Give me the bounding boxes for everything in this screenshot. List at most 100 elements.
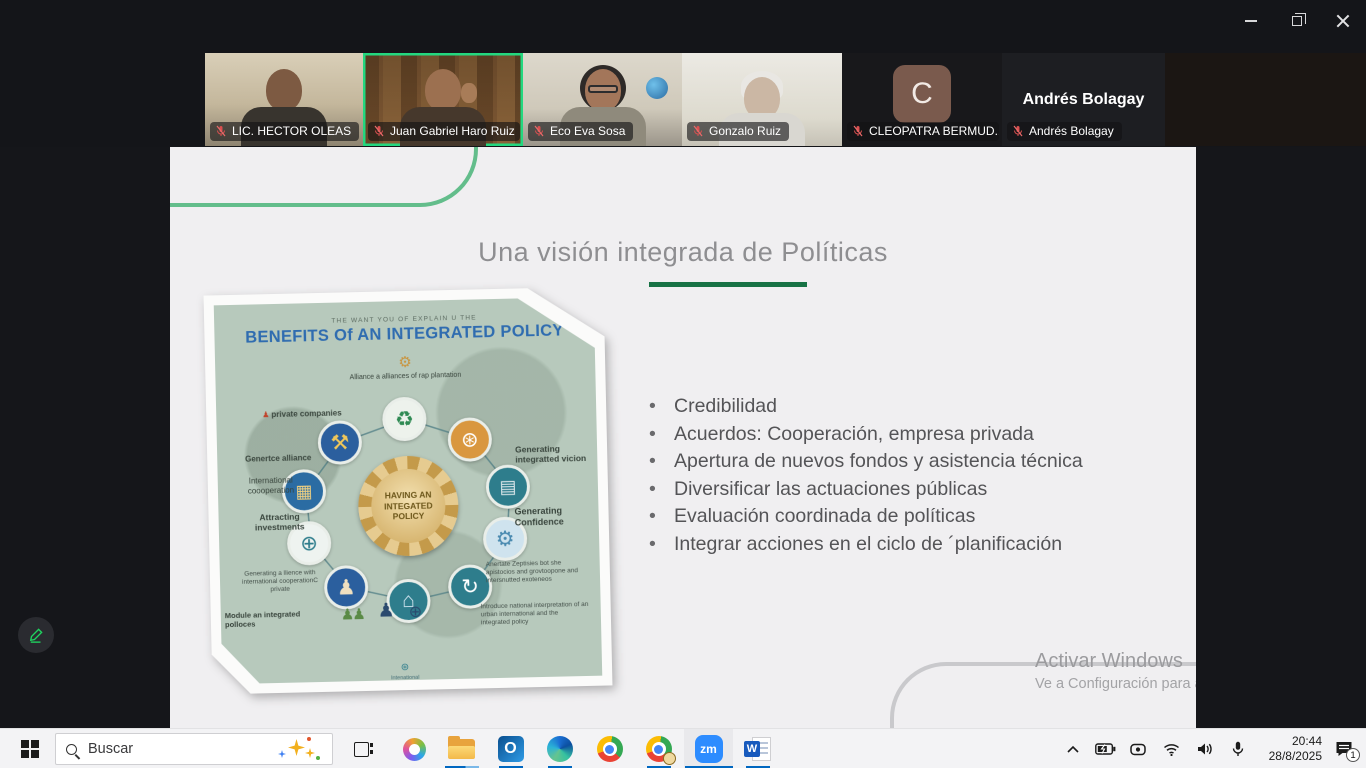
infographic-frame: THE WANT YOU OF EXPLAIN U THE BENEFITS O… [204, 287, 613, 695]
network-indicator[interactable] [1155, 729, 1188, 768]
participant-tile-eva[interactable]: Eco Eva Sosa [523, 53, 682, 146]
taskbar-app-chrome[interactable] [585, 729, 634, 768]
cluster-icon: ⚙ [215, 349, 595, 376]
shared-screen-slide: Una visión integrada de Políticas Credib… [170, 147, 1196, 728]
watermark-line1: Activar Windows [1035, 650, 1196, 673]
window-controls [1228, 0, 1366, 42]
label-alliance-private: Generating a llience with international … [232, 569, 329, 595]
infographic-background: THE WANT YOU OF EXPLAIN U THE BENEFITS O… [214, 297, 603, 685]
recycle-icon: ♻ [395, 406, 414, 431]
taskbar-search[interactable] [55, 733, 333, 765]
participant-name-label: Eco Eva Sosa [528, 122, 633, 141]
muted-mic-icon [852, 125, 864, 137]
start-button[interactable] [8, 729, 52, 768]
person-icon: ♟ [262, 410, 269, 419]
copilot-button[interactable] [392, 729, 436, 768]
bottom-icons-row: ♟♟ ♟ ⊕ [340, 598, 470, 624]
handshake-icon: ⊛ [461, 427, 479, 452]
badge-line: POLICY [393, 511, 425, 522]
label-generates-alliance: Genertce alliance [243, 453, 313, 464]
taskbar-app-zoom-active[interactable]: zm [684, 729, 733, 768]
search-highlights-icon [276, 735, 322, 763]
windows-activation-watermark: Activar Windows Ve a Configuración para … [1035, 650, 1196, 692]
participant-tile-hector[interactable]: LIC. HECTOR OLEAS [205, 53, 363, 146]
footer-logo-icon: ⊛ [401, 662, 410, 673]
participant-tile-cleopatra[interactable]: C CLEOPATRA BERMUD... [842, 53, 1002, 146]
label-attracting-investments: Attracting investments [244, 511, 314, 533]
task-view-button[interactable] [341, 729, 385, 768]
participant-name: LIC. HECTOR OLEAS [232, 124, 351, 138]
edge-icon [547, 736, 573, 762]
participant-tile-juan-active-speaker[interactable]: Juan Gabriel Haro Ruiz [363, 53, 523, 146]
participant-name-label: CLEOPATRA BERMUD... [847, 122, 999, 141]
tray-time: 20:44 [1256, 734, 1322, 749]
bullet-item: Acuerdos: Cooperación, empresa privada [640, 421, 1150, 449]
taskbar-app-word[interactable]: W [733, 729, 782, 768]
taskbar: O zm W [0, 728, 1366, 768]
tray-chevron-button[interactable] [1056, 729, 1089, 768]
search-input[interactable] [88, 741, 276, 757]
people-group-icon: ♟♟ [341, 605, 364, 624]
camera-icon [1130, 743, 1148, 756]
gears-icon: ⚙ [495, 526, 514, 551]
chevron-up-icon [1067, 745, 1079, 753]
infographic-card: THE WANT YOU OF EXPLAIN U THE BENEFITS O… [204, 287, 613, 695]
notification-center-button[interactable]: 1 [1322, 729, 1366, 768]
zoom-meeting-window: LIC. HECTOR OLEAS Juan Gabriel Haro Ruiz… [0, 0, 1366, 768]
minimize-button[interactable] [1228, 0, 1274, 42]
globe-icon: ⊕ [300, 531, 318, 556]
bullet-list: Credibilidad Acuerdos: Cooperación, empr… [640, 393, 1150, 558]
close-button[interactable] [1320, 0, 1366, 42]
participant-name-label: Juan Gabriel Haro Ruiz [368, 122, 520, 141]
muted-mic-icon [373, 125, 385, 137]
wifi-icon [1163, 743, 1180, 756]
copilot-icon [403, 738, 426, 761]
muted-mic-icon [215, 125, 227, 137]
people-icon: ♟ [336, 575, 355, 600]
pencil-icon [27, 626, 45, 644]
participant-tile-partial[interactable] [1165, 53, 1366, 146]
label-top: Alliance a alliances of rap plantation [345, 372, 465, 383]
participant-tile-andres[interactable]: Andrés Bolagay Andrés Bolagay [1002, 53, 1165, 146]
chrome-icon [646, 736, 672, 762]
participant-tile-gonzalo[interactable]: Gonzalo Ruiz [682, 53, 842, 146]
label-module-integrated: Module an integrated polloces [225, 609, 313, 629]
restore-button[interactable] [1274, 0, 1320, 42]
camera-in-use-indicator[interactable] [1122, 729, 1155, 768]
annotate-button[interactable] [18, 617, 54, 653]
battery-charging-icon [1095, 743, 1116, 755]
bullet-item: Evaluación coordinada de políticas [640, 503, 1150, 531]
microphone-indicator[interactable] [1221, 729, 1254, 768]
label-introduce-policy: Introduce national interpretation of an … [481, 601, 590, 627]
tray-clock[interactable]: 20:44 28/8/2025 [1256, 734, 1322, 764]
word-icon: W [744, 736, 771, 762]
worker-icon: ♟ [377, 599, 395, 622]
taskbar-app-outlook[interactable]: O [486, 729, 535, 768]
system-tray: 20:44 28/8/2025 1 [1056, 729, 1366, 768]
profile-badge [663, 752, 676, 765]
file-explorer-icon [448, 739, 475, 759]
chrome-icon [597, 736, 623, 762]
tools-icon: ⚒ [330, 430, 349, 455]
battery-indicator[interactable] [1089, 729, 1122, 768]
minimize-icon [1245, 20, 1257, 22]
label-generating-confidence: Generating Confidence [514, 505, 592, 528]
participant-display-name: Andrés Bolagay [1002, 91, 1165, 109]
label-benefits-right: Anertate Zeptisies bot she apistocios an… [486, 559, 589, 585]
video-strip: LIC. HECTOR OLEAS Juan Gabriel Haro Ruiz… [0, 0, 1366, 147]
slide-green-corner-decoration [170, 147, 478, 207]
bullet-item: Apertura de nuevos fondos y asistencia t… [640, 448, 1150, 476]
taskbar-app-chrome-profile[interactable] [634, 729, 683, 768]
taskbar-app-file-explorer[interactable] [437, 729, 486, 768]
outlook-icon: O [498, 736, 524, 762]
volume-indicator[interactable] [1188, 729, 1221, 768]
participant-name-label: LIC. HECTOR OLEAS [210, 122, 359, 141]
taskbar-app-edge[interactable] [535, 729, 584, 768]
bullet-item: Diversificar las actuaciones públicas [640, 476, 1150, 504]
cycle-icon: ↻ [461, 574, 479, 599]
mic-icon [1232, 741, 1244, 757]
infographic-footer-logo: ⊛ Intenational [222, 653, 588, 685]
task-view-icon [354, 742, 373, 757]
notification-badge: 1 [1346, 748, 1360, 762]
background-globe [646, 77, 668, 99]
